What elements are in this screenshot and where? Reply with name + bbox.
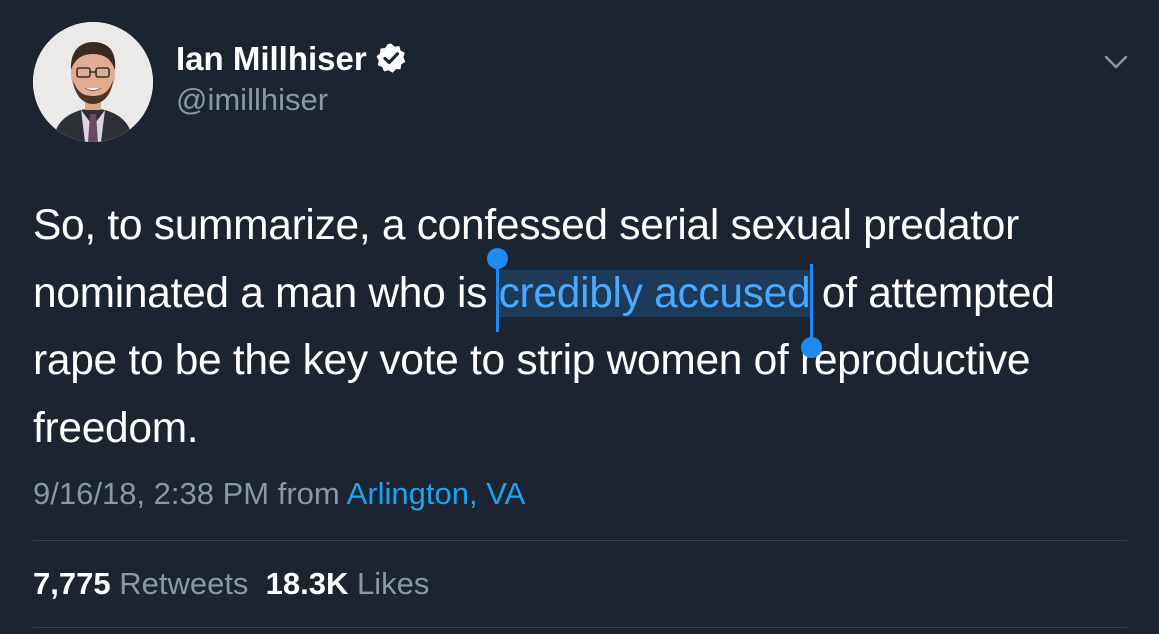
author-display-name[interactable]: Ian Millhiser — [176, 40, 407, 78]
verified-badge-icon — [376, 43, 406, 73]
tweet-text-line-2: nominated a man who is credibly accused … — [33, 247, 1133, 358]
retweets-count: 7,775 — [33, 566, 111, 601]
tweet-stats: 7,775 Retweets 18.3K Likes — [33, 566, 429, 602]
likes-label: Likes — [357, 566, 430, 601]
from-label: from — [277, 476, 340, 511]
selected-text[interactable]: credibly accused — [486, 247, 823, 358]
divider-bottom — [33, 627, 1127, 628]
tweet-text-line-2-before: nominated a man who is — [33, 269, 499, 317]
tweet-text: So, to summarize, a confessed serial sex… — [33, 192, 1133, 462]
tweet-meta: 9/16/18, 2:38 PM from Arlington, VA — [33, 476, 525, 512]
likes-count: 18.3K — [265, 566, 349, 601]
profile-photo-icon — [33, 22, 153, 142]
avatar[interactable] — [33, 22, 153, 142]
tweet-text-line-4: freedom. — [33, 404, 199, 452]
selection-start-handle[interactable] — [486, 247, 508, 332]
retweets-label: Retweets — [119, 566, 249, 601]
likes-stat[interactable]: 18.3K Likes — [266, 566, 430, 601]
selected-text-value: credibly accused — [498, 269, 811, 317]
selection-end-handle[interactable] — [801, 263, 823, 358]
author-name-text: Ian Millhiser — [176, 40, 367, 77]
tweet-text-line-2-after: of attempted — [810, 269, 1055, 317]
tweet-timestamp[interactable]: 9/16/18, 2:38 PM — [33, 476, 269, 511]
chevron-down-icon[interactable] — [1102, 52, 1130, 72]
tweet-text-line-3: rape to be the key vote to strip women o… — [33, 337, 1031, 384]
author-handle[interactable]: @imillhiser — [176, 82, 328, 118]
retweets-stat[interactable]: 7,775 Retweets — [33, 566, 248, 601]
tweet-text-line-1: So, to summarize, a confessed serial sex… — [33, 202, 1019, 249]
tweet-location-link[interactable]: Arlington, VA — [347, 476, 526, 511]
divider-top — [33, 540, 1127, 541]
